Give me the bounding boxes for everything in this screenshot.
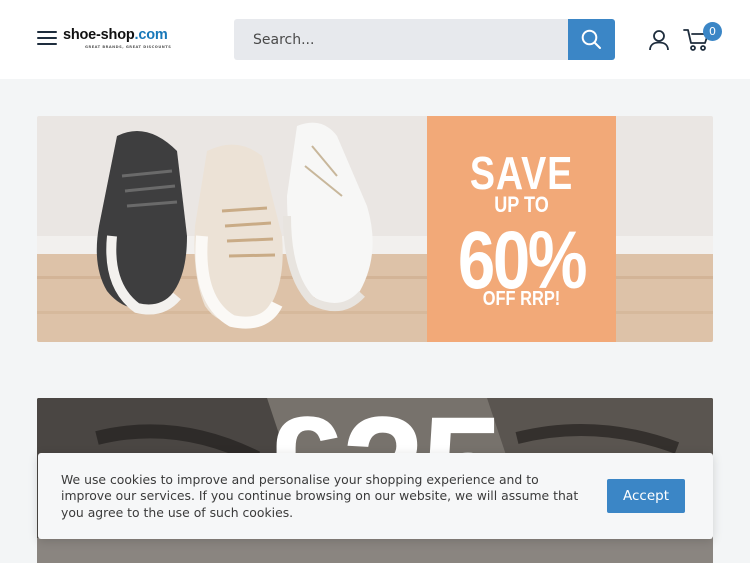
site-logo[interactable]: shoe-shop.com GREAT BRANDS, GREAT DISCOU…	[63, 27, 188, 53]
logo-wordmark: shoe-shop.com	[63, 27, 168, 43]
promo-banner-sale[interactable]: SAVE UP TO 60% OFF RRP!	[37, 116, 713, 342]
account-button[interactable]	[648, 29, 670, 51]
search-bar	[234, 19, 615, 60]
accept-cookies-button[interactable]: Accept	[607, 479, 685, 513]
search-input[interactable]	[234, 19, 568, 60]
sale-callout: SAVE UP TO 60% OFF RRP!	[427, 116, 616, 342]
menu-bar	[37, 43, 57, 45]
menu-bar	[37, 37, 57, 39]
user-account-icon	[649, 30, 669, 51]
search-icon	[581, 29, 601, 49]
cart-count-badge: 0	[703, 22, 722, 41]
cookie-banner: We use cookies to improve and personalis…	[38, 453, 713, 539]
menu-bar	[37, 31, 57, 33]
sale-footnote: OFF RRP!	[482, 288, 561, 310]
search-button[interactable]	[568, 19, 615, 60]
logo-tagline: GREAT BRANDS, GREAT DISCOUNTS	[85, 45, 172, 49]
site-header: shoe-shop.com GREAT BRANDS, GREAT DISCOU…	[0, 0, 750, 79]
logo-main-text: shoe-shop	[63, 27, 135, 43]
cookie-message: We use cookies to improve and personalis…	[61, 472, 579, 520]
hamburger-menu-icon[interactable]	[37, 30, 57, 46]
logo-tld: .com	[134, 27, 168, 43]
